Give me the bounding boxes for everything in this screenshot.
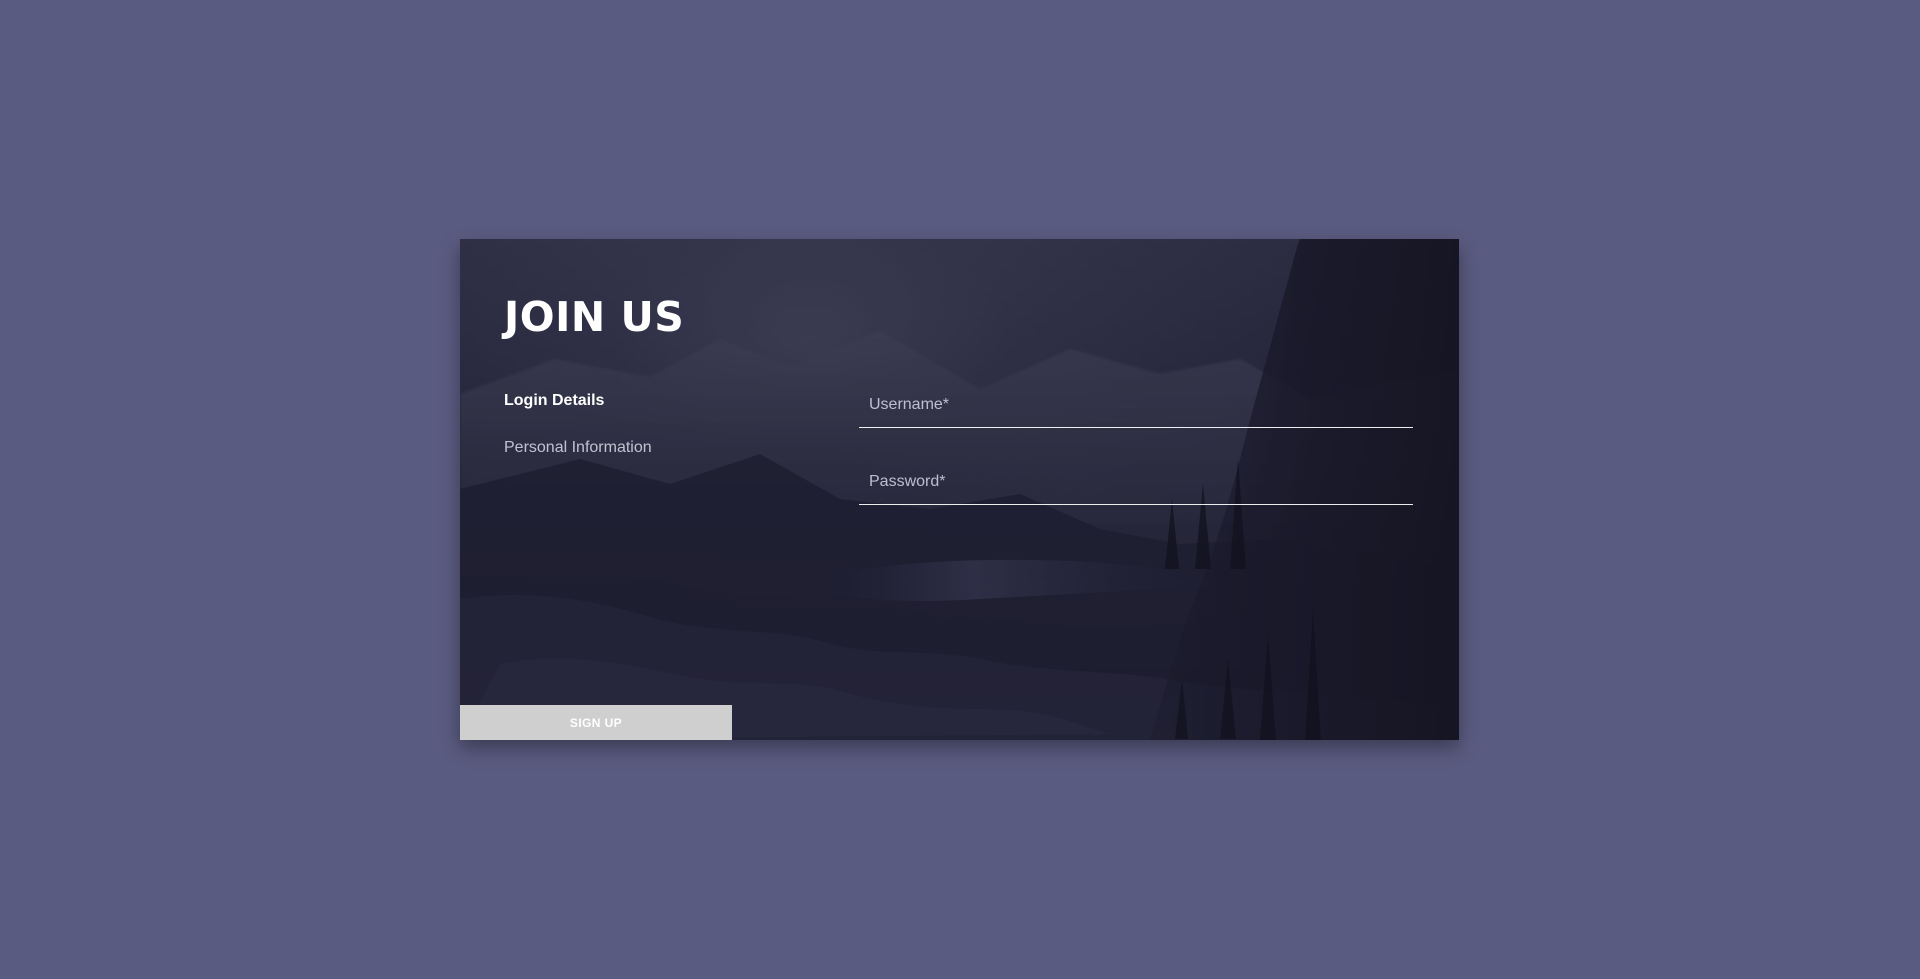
username-input[interactable] (859, 392, 1413, 428)
password-input[interactable] (859, 469, 1413, 505)
signup-steps-nav: Login Details Personal Information (504, 391, 764, 458)
page: JOIN US Login Details Personal Informati… (0, 0, 1920, 979)
username-field (859, 392, 1413, 428)
nav-item-personal-information[interactable]: Personal Information (504, 438, 764, 458)
signup-card: JOIN US Login Details Personal Informati… (460, 239, 1459, 740)
nav-item-login-details[interactable]: Login Details (504, 391, 764, 411)
page-title: JOIN US (504, 293, 685, 341)
sign-up-button[interactable]: SIGN UP (460, 705, 732, 740)
password-field (859, 469, 1413, 505)
